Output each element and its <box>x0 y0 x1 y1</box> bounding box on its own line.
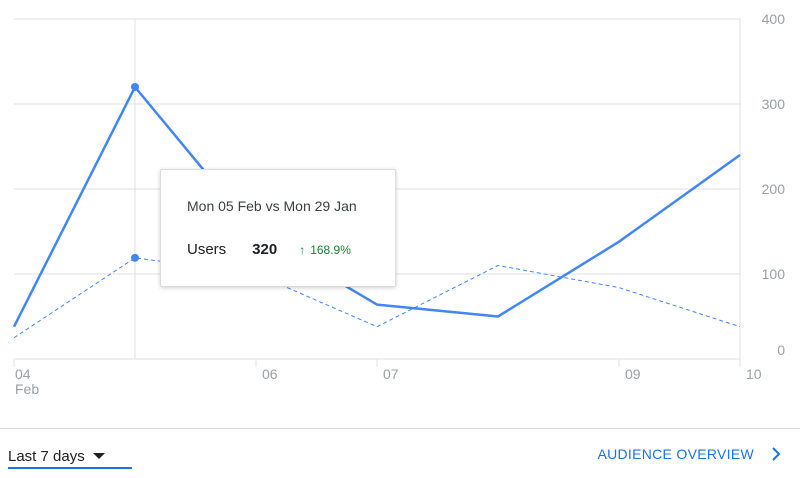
x-tick-label: 10 <box>746 366 762 382</box>
tooltip-metric-label: Users <box>187 241 227 258</box>
x-tick-label: 04 <box>15 366 31 382</box>
x-tick-label: 06 <box>262 366 278 382</box>
y-tick-label: 300 <box>762 96 786 112</box>
x-tick-sublabel: Feb <box>15 381 39 397</box>
y-tick-label: 200 <box>762 181 786 197</box>
tooltip-metric-value: 320 <box>252 241 278 258</box>
y-tick-label: 0 <box>777 342 785 358</box>
chevron-right-icon <box>772 447 781 461</box>
tooltip-change: ↑ 168.9% <box>299 243 351 257</box>
tooltip-change-value: 168.9% <box>310 243 351 257</box>
date-range-dropdown[interactable]: Last 7 days <box>8 443 105 469</box>
audience-overview-link[interactable]: AUDIENCE OVERVIEW <box>597 443 784 465</box>
footer-divider <box>0 428 800 429</box>
date-range-underline <box>8 467 132 469</box>
y-tick-label: 100 <box>762 266 786 282</box>
caret-down-icon <box>92 453 105 459</box>
series-highlight-point <box>131 253 139 262</box>
y-tick-label: 400 <box>762 11 786 27</box>
audience-overview-label: AUDIENCE OVERVIEW <box>597 446 754 462</box>
date-range-label: Last 7 days <box>8 447 85 465</box>
tooltip-title: Mon 05 Feb vs Mon 29 Jan <box>187 198 357 214</box>
chart-tooltip: Mon 05 Feb vs Mon 29 Jan Users 320 ↑ 168… <box>160 169 396 287</box>
x-tick-label: 07 <box>383 366 399 382</box>
x-tick-label: 09 <box>625 366 641 382</box>
users-line-chart: 0 100 200 300 400 04Feb 06 07 09 10 <box>12 11 786 397</box>
arrow-up-icon: ↑ <box>299 243 306 257</box>
tooltip-row: Users 320 ↑ 168.9% <box>187 241 351 258</box>
series-highlight-point <box>131 83 139 91</box>
